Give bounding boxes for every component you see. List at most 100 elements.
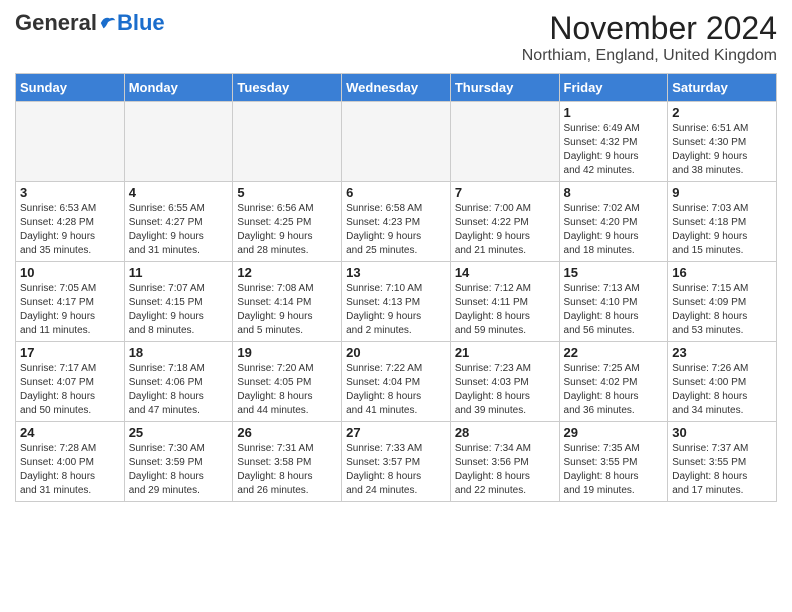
day-detail: Sunrise: 7:28 AM Sunset: 4:00 PM Dayligh…: [20, 442, 120, 498]
day-detail: Sunrise: 7:33 AM Sunset: 3:57 PM Dayligh…: [346, 442, 446, 498]
day-number: 28: [455, 425, 555, 440]
day-number: 8: [564, 185, 664, 200]
day-detail: Sunrise: 7:35 AM Sunset: 3:55 PM Dayligh…: [564, 442, 664, 498]
calendar-cell: 13 Sunrise: 7:10 AM Sunset: 4:13 PM Dayli…: [342, 262, 451, 342]
day-number: 14: [455, 265, 555, 280]
day-number: 22: [564, 345, 664, 360]
day-detail: Sunrise: 7:25 AM Sunset: 4:02 PM Dayligh…: [564, 362, 664, 418]
calendar-week-row: 3 Sunrise: 6:53 AM Sunset: 4:28 PM Daylig…: [16, 182, 777, 262]
calendar-cell: [124, 102, 233, 182]
calendar-week-row: 24Sunrise: 7:28 AM Sunset: 4:00 PM Dayli…: [16, 422, 777, 502]
header-saturday: Saturday: [668, 74, 777, 102]
calendar-cell: 17 Sunrise: 7:17 AM Sunset: 4:07 PM Dayli…: [16, 342, 125, 422]
day-detail: Sunrise: 7:10 AM Sunset: 4:13 PM Dayligh…: [346, 282, 446, 338]
calendar-cell: 7Sunrise: 7:00 AM Sunset: 4:22 PM Daylig…: [450, 182, 559, 262]
calendar-cell: 22 Sunrise: 7:25 AM Sunset: 4:02 PM Dayli…: [559, 342, 668, 422]
day-number: 4: [129, 185, 229, 200]
location-title: Northiam, England, United Kingdom: [522, 47, 777, 65]
day-number: 30: [672, 425, 772, 440]
calendar-header-row: SundayMondayTuesdayWednesdayThursdayFrid…: [16, 74, 777, 102]
day-detail: Sunrise: 6:53 AM Sunset: 4:28 PM Dayligh…: [20, 202, 120, 258]
title-area: November 2024 Northiam, England, United …: [522, 10, 777, 65]
calendar-cell: 23 Sunrise: 7:26 AM Sunset: 4:00 PM Dayli…: [668, 342, 777, 422]
day-number: 29: [564, 425, 664, 440]
calendar-cell: 16Sunrise: 7:15 AM Sunset: 4:09 PM Dayli…: [668, 262, 777, 342]
day-detail: Sunrise: 6:51 AM Sunset: 4:30 PM Dayligh…: [672, 122, 772, 178]
day-number: 20: [346, 345, 446, 360]
calendar-cell: 12 Sunrise: 7:08 AM Sunset: 4:14 PM Dayli…: [233, 262, 342, 342]
day-number: 7: [455, 185, 555, 200]
day-detail: Sunrise: 7:37 AM Sunset: 3:55 PM Dayligh…: [672, 442, 772, 498]
day-number: 2: [672, 105, 772, 120]
day-number: 23: [672, 345, 772, 360]
day-detail: Sunrise: 6:56 AM Sunset: 4:25 PM Dayligh…: [237, 202, 337, 258]
day-detail: Sunrise: 7:03 AM Sunset: 4:18 PM Dayligh…: [672, 202, 772, 258]
day-detail: Sunrise: 7:34 AM Sunset: 3:56 PM Dayligh…: [455, 442, 555, 498]
calendar-cell: 14 Sunrise: 7:12 AM Sunset: 4:11 PM Dayli…: [450, 262, 559, 342]
day-number: 10: [20, 265, 120, 280]
day-number: 26: [237, 425, 337, 440]
day-detail: Sunrise: 7:15 AM Sunset: 4:09 PM Dayligh…: [672, 282, 772, 338]
day-detail: Sunrise: 6:58 AM Sunset: 4:23 PM Dayligh…: [346, 202, 446, 258]
day-number: 27: [346, 425, 446, 440]
calendar-cell: [233, 102, 342, 182]
day-number: 25: [129, 425, 229, 440]
logo-bird-icon: [99, 14, 117, 32]
day-detail: Sunrise: 7:12 AM Sunset: 4:11 PM Dayligh…: [455, 282, 555, 338]
day-detail: Sunrise: 7:30 AM Sunset: 3:59 PM Dayligh…: [129, 442, 229, 498]
day-detail: Sunrise: 7:23 AM Sunset: 4:03 PM Dayligh…: [455, 362, 555, 418]
calendar-cell: 21Sunrise: 7:23 AM Sunset: 4:03 PM Dayli…: [450, 342, 559, 422]
day-detail: Sunrise: 7:26 AM Sunset: 4:00 PM Dayligh…: [672, 362, 772, 418]
logo-general-text: General: [15, 10, 97, 36]
calendar-week-row: 10Sunrise: 7:05 AM Sunset: 4:17 PM Dayli…: [16, 262, 777, 342]
header-friday: Friday: [559, 74, 668, 102]
day-number: 19: [237, 345, 337, 360]
calendar-week-row: 17 Sunrise: 7:17 AM Sunset: 4:07 PM Dayli…: [16, 342, 777, 422]
calendar-cell: 9 Sunrise: 7:03 AM Sunset: 4:18 PM Daylig…: [668, 182, 777, 262]
calendar-cell: [450, 102, 559, 182]
calendar-cell: [16, 102, 125, 182]
day-detail: Sunrise: 7:17 AM Sunset: 4:07 PM Dayligh…: [20, 362, 120, 418]
calendar-cell: 1Sunrise: 6:49 AM Sunset: 4:32 PM Daylig…: [559, 102, 668, 182]
calendar-cell: 27 Sunrise: 7:33 AM Sunset: 3:57 PM Dayli…: [342, 422, 451, 502]
day-detail: Sunrise: 7:31 AM Sunset: 3:58 PM Dayligh…: [237, 442, 337, 498]
calendar-cell: 24Sunrise: 7:28 AM Sunset: 4:00 PM Dayli…: [16, 422, 125, 502]
calendar-cell: 20 Sunrise: 7:22 AM Sunset: 4:04 PM Dayli…: [342, 342, 451, 422]
day-number: 6: [346, 185, 446, 200]
header-tuesday: Tuesday: [233, 74, 342, 102]
calendar-cell: 2 Sunrise: 6:51 AM Sunset: 4:30 PM Daylig…: [668, 102, 777, 182]
calendar-cell: 28 Sunrise: 7:34 AM Sunset: 3:56 PM Dayli…: [450, 422, 559, 502]
day-detail: Sunrise: 6:55 AM Sunset: 4:27 PM Dayligh…: [129, 202, 229, 258]
calendar-cell: 3 Sunrise: 6:53 AM Sunset: 4:28 PM Daylig…: [16, 182, 125, 262]
calendar-cell: 4 Sunrise: 6:55 AM Sunset: 4:27 PM Daylig…: [124, 182, 233, 262]
day-detail: Sunrise: 7:07 AM Sunset: 4:15 PM Dayligh…: [129, 282, 229, 338]
calendar-cell: 8Sunrise: 7:02 AM Sunset: 4:20 PM Daylig…: [559, 182, 668, 262]
day-detail: Sunrise: 7:22 AM Sunset: 4:04 PM Dayligh…: [346, 362, 446, 418]
calendar-cell: 11 Sunrise: 7:07 AM Sunset: 4:15 PM Dayli…: [124, 262, 233, 342]
calendar-cell: [342, 102, 451, 182]
day-detail: Sunrise: 7:13 AM Sunset: 4:10 PM Dayligh…: [564, 282, 664, 338]
header-sunday: Sunday: [16, 74, 125, 102]
day-number: 15: [564, 265, 664, 280]
day-number: 9: [672, 185, 772, 200]
page-header: General Blue November 2024 Northiam, Eng…: [15, 10, 777, 65]
calendar-cell: 18 Sunrise: 7:18 AM Sunset: 4:06 PM Dayli…: [124, 342, 233, 422]
calendar-cell: 30 Sunrise: 7:37 AM Sunset: 3:55 PM Dayli…: [668, 422, 777, 502]
header-monday: Monday: [124, 74, 233, 102]
calendar-cell: 15 Sunrise: 7:13 AM Sunset: 4:10 PM Dayli…: [559, 262, 668, 342]
day-number: 11: [129, 265, 229, 280]
day-number: 13: [346, 265, 446, 280]
day-number: 17: [20, 345, 120, 360]
day-number: 5: [237, 185, 337, 200]
month-title: November 2024: [522, 10, 777, 47]
day-number: 18: [129, 345, 229, 360]
day-number: 1: [564, 105, 664, 120]
day-detail: Sunrise: 7:18 AM Sunset: 4:06 PM Dayligh…: [129, 362, 229, 418]
day-detail: Sunrise: 7:08 AM Sunset: 4:14 PM Dayligh…: [237, 282, 337, 338]
calendar-cell: 26 Sunrise: 7:31 AM Sunset: 3:58 PM Dayli…: [233, 422, 342, 502]
day-number: 12: [237, 265, 337, 280]
day-number: 3: [20, 185, 120, 200]
logo: General Blue: [15, 10, 165, 36]
calendar-cell: 19Sunrise: 7:20 AM Sunset: 4:05 PM Dayli…: [233, 342, 342, 422]
calendar-cell: 10Sunrise: 7:05 AM Sunset: 4:17 PM Dayli…: [16, 262, 125, 342]
